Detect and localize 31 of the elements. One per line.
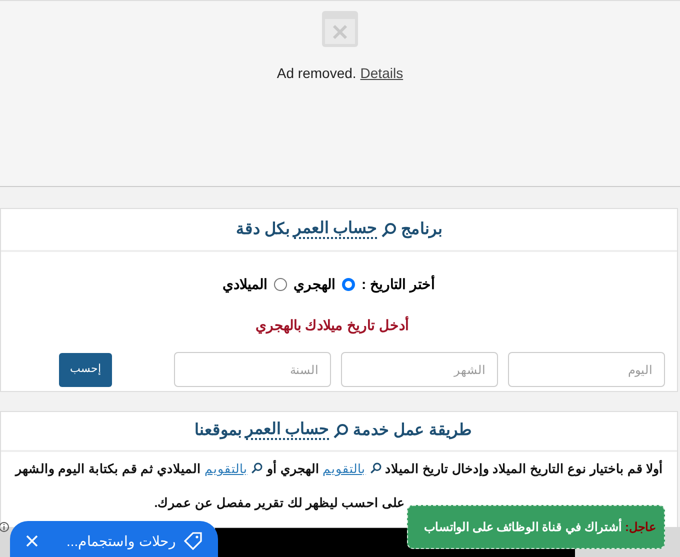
tag-icon [184,532,202,550]
search-icon [370,462,382,474]
heading-text: طريقة عمل خدمة [353,421,472,442]
info-icon[interactable] [0,521,10,533]
input-field[interactable]: الشهر [341,352,498,387]
search-icon [381,222,397,238]
toast-text: عاجل: أشتراك في قناة الوظائف على الواتساب [424,518,656,536]
search-icon [333,423,350,439]
calculate-button[interactable]: إحسب [59,352,112,386]
heading-text: برنامج [401,220,442,240]
pill-text: رحلات واستجمام... [66,532,176,552]
sticky-pill[interactable]: رحلات واستجمام... [10,521,218,557]
radio-label: الميلادي [222,275,268,295]
heading-text: بكل دقة [236,220,290,240]
radio-button[interactable] [342,278,355,291]
input-field[interactable]: اليوم [508,352,665,387]
heading-text: بموقعنا [194,421,242,442]
close-icon[interactable] [26,535,38,547]
ad-placeholder-icon [322,11,358,47]
radio-label: الهجري [294,275,336,295]
date-type-label: أختر التاريخ : [362,274,435,295]
search-icon [251,462,264,474]
radio-button[interactable] [274,278,287,291]
ad-removed-text: Ad removed. [276,64,356,83]
details-link[interactable]: Details [360,63,404,84]
heading-link[interactable]: حساب العمر [246,422,330,440]
heading-link[interactable]: حساب العمر [294,220,377,238]
calendar-link[interactable]: بالتقويم [204,462,248,476]
input-field[interactable]: السنة [174,352,331,387]
instruction-text: أدخل تاريخ ميلادك بالهجري [254,315,410,336]
calendar-link[interactable]: بالتقويم [322,462,366,476]
